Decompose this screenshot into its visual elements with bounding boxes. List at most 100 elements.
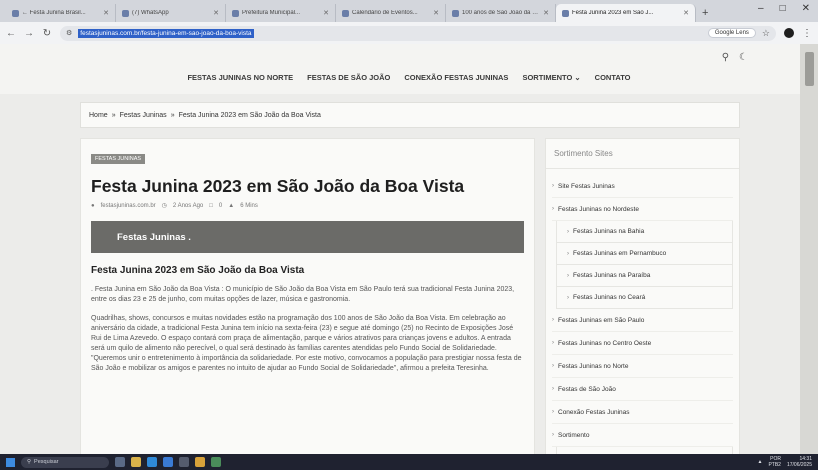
browser-tab[interactable]: (7) WhatsApp ✕ [116, 4, 226, 22]
store-icon[interactable] [179, 457, 189, 467]
sidebar-item[interactable]: › Sortimento [552, 424, 733, 447]
page-scrollbar[interactable] [800, 44, 818, 454]
taskbar-clock[interactable]: 14:31 17/06/2025 [787, 456, 812, 468]
app-icon[interactable] [211, 457, 221, 467]
breadcrumb-current: Festa Junina 2023 em São João da Boa Vis… [178, 111, 321, 119]
breadcrumb-separator: » [170, 111, 175, 119]
nav-festas-juninas-no-norte[interactable]: FESTAS JUNINAS NO NORTE [187, 73, 293, 82]
scrollbar-thumb[interactable] [805, 52, 814, 86]
breadcrumb-section[interactable]: Festas Juninas [120, 112, 167, 119]
sidebar-item[interactable]: › Festas de São João [552, 378, 733, 401]
browser-tab[interactable]: Calendário de Eventos... ✕ [336, 4, 446, 22]
chevron-right-icon: › [552, 340, 554, 346]
dark-mode-icon[interactable]: ☾ [739, 52, 748, 63]
close-tab-icon[interactable]: ✕ [543, 9, 549, 17]
browser-tab[interactable]: 100 anos de São João da B... ✕ [446, 4, 556, 22]
tab-favicon-icon [232, 9, 239, 17]
sidebar-item-label: Festas Juninas na Bahia [573, 228, 645, 235]
sidebar-item[interactable]: › Festas Juninas no Centro Oeste [552, 332, 733, 355]
sidebar-item[interactable]: › Festas Juninas em São Paulo [552, 309, 733, 332]
article-paragraph: Quadrilhas, shows, concursos e muitas no… [91, 315, 522, 372]
task-view-icon[interactable] [115, 457, 125, 467]
sidebar-list: › Site Festas Juninas › Festas Juninas no N… [546, 169, 739, 470]
taskbar-search[interactable]: ⚲ Pesquisar [21, 456, 109, 468]
url-text[interactable]: festasjuninas.com.br/festa-junina-em-sao… [78, 28, 254, 38]
address-bar[interactable]: ⚙ festasjuninas.com.br/festa-junina-em-s… [60, 25, 776, 41]
close-window-button[interactable]: ✕ [802, 3, 810, 14]
chrome-icon[interactable] [195, 457, 205, 467]
sidebar-item[interactable]: › Festas Juninas na Paraíba [556, 265, 733, 287]
system-tray: ▲ POR PTB2 14:31 17/06/2025 [758, 456, 813, 468]
browser-tab[interactable]: Festa Junina 2023 em São J... ✕ [556, 4, 696, 22]
sidebar-item[interactable]: › Festas Juninas em Pernambuco [556, 243, 733, 265]
minimize-button[interactable]: – [758, 3, 764, 14]
sidebar-item[interactable]: › Festas Juninas no Nordeste [552, 198, 733, 221]
browser-tab[interactable]: Prefeitura Municipal... ✕ [226, 4, 336, 22]
close-tab-icon[interactable]: ✕ [683, 9, 689, 17]
tab-label: 100 anos de São João da B... [462, 10, 541, 16]
chevron-right-icon: › [552, 206, 554, 212]
taskbar-search-placeholder: Pesquisar [34, 459, 59, 465]
sidebar-item-label: Festas Juninas no Centro Oeste [558, 339, 652, 347]
nav-contato[interactable]: CONTATO [595, 73, 631, 82]
sidebar-heading: Sortimento Sites [546, 139, 739, 169]
tab-favicon-icon [452, 9, 459, 17]
chevron-right-icon: › [567, 294, 569, 301]
chevron-right-icon: › [552, 432, 554, 438]
chevron-right-icon: › [552, 363, 554, 369]
search-icon[interactable]: ⚲ [722, 52, 729, 63]
tab-strip: ← Festa Junina Brasil... ✕ (7) WhatsApp ✕ Pr… [0, 0, 818, 22]
tab-favicon-icon [12, 9, 19, 17]
bookmark-star-icon[interactable]: ☆ [762, 28, 770, 39]
browser-menu-icon[interactable]: ⋮ [802, 28, 812, 39]
sidebar-item[interactable]: › Site Festas Juninas [552, 175, 733, 198]
close-tab-icon[interactable]: ✕ [433, 9, 439, 17]
site-info-icon[interactable]: ⚙ [66, 29, 72, 37]
sidebar-item[interactable]: › Festas Juninas no Ceará [556, 287, 733, 309]
sidebar-item[interactable]: › Festas Juninas na Bahia [556, 221, 733, 243]
nav-conexao-festas-juninas[interactable]: CONEXÃO FESTAS JUNINAS [404, 73, 508, 82]
profile-avatar[interactable] [784, 28, 794, 38]
sidebar-item-label: Festas Juninas em São Paulo [558, 316, 645, 324]
edge-icon[interactable] [147, 457, 157, 467]
windows-start-icon[interactable] [6, 457, 15, 467]
article-card: FESTAS JUNINAS Festa Junina 2023 em São … [80, 138, 535, 458]
tab-label: (7) WhatsApp [132, 10, 169, 16]
file-explorer-icon[interactable] [131, 457, 141, 467]
close-tab-icon[interactable]: ✕ [103, 9, 109, 17]
sidebar-item-label: Sortimento [558, 431, 590, 439]
sidebar-item-label: Site Festas Juninas [558, 182, 615, 190]
comment-count[interactable]: 0 [219, 203, 222, 209]
category-badge[interactable]: FESTAS JUNINAS [91, 154, 146, 164]
sidebar-item[interactable]: › Festas Juninas no Norte [552, 355, 733, 378]
close-tab-icon[interactable]: ✕ [323, 9, 329, 17]
header-icons: ⚲ ☾ [722, 52, 748, 63]
nav-sortimento[interactable]: SORTIMENTO ⌄ [522, 73, 580, 82]
close-tab-icon[interactable]: ✕ [213, 9, 219, 17]
chevron-right-icon: › [567, 228, 569, 235]
maximize-button[interactable]: □ [780, 3, 786, 14]
reload-icon[interactable]: ↻ [42, 28, 52, 39]
sidebar-item[interactable]: › Conexão Festas Juninas [552, 401, 733, 424]
article-author[interactable]: festasjuninas.com.br [101, 203, 156, 209]
chevron-right-icon: › [567, 250, 569, 257]
input-language[interactable]: POR PTB2 [768, 456, 781, 468]
sidebar-item-label: Conexão Festas Juninas [558, 408, 630, 416]
mail-icon[interactable] [163, 457, 173, 467]
tab-favicon-icon [562, 9, 569, 17]
google-lens-button[interactable]: Google Lens [707, 28, 756, 38]
sidebar-item-label: Festas Juninas na Paraíba [573, 272, 651, 279]
back-icon[interactable]: ← [6, 28, 16, 39]
browser-tab[interactable]: ← Festa Junina Brasil... ✕ [6, 4, 116, 22]
forward-icon[interactable]: → [24, 28, 34, 39]
nav-festas-de-sao-joao[interactable]: FESTAS DE SÃO JOÃO [307, 73, 390, 82]
chevron-right-icon: › [552, 409, 554, 415]
article-heading: Festa Junina 2023 em São João da Boa Vis… [91, 265, 305, 276]
article-title: Festa Junina 2023 em São João da Boa Vis… [91, 176, 465, 196]
browser-toolbar: ← → ↻ ⚙ festasjuninas.com.br/festa-junin… [0, 22, 818, 44]
wifi-icon[interactable]: ▲ [758, 459, 763, 465]
tab-favicon-icon [342, 9, 349, 17]
breadcrumb-home[interactable]: Home [89, 112, 108, 119]
site-navigation: FESTAS JUNINAS NO NORTE FESTAS DE SÃO JO… [0, 44, 818, 94]
new-tab-button[interactable]: + [696, 4, 714, 22]
